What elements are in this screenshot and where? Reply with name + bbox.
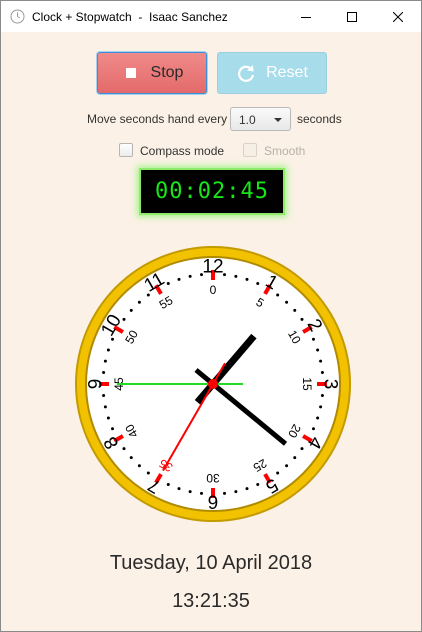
stop-button[interactable]: Stop: [97, 52, 207, 94]
minute-dot: [245, 277, 249, 281]
minute-dot: [316, 348, 320, 352]
minute-dot: [293, 308, 297, 312]
time-label: 13:21:35: [172, 590, 250, 612]
minute-dot: [177, 277, 181, 281]
minute-dot: [245, 487, 249, 491]
hour-numeral: 12: [202, 257, 223, 278]
close-button[interactable]: [375, 1, 421, 32]
stop-button-label: Stop: [150, 64, 184, 81]
smooth-checkbox[interactable]: [243, 143, 257, 157]
minimize-button[interactable]: [283, 1, 329, 32]
minute-dot: [285, 300, 289, 304]
close-icon: [393, 11, 403, 22]
clock-app-icon: [10, 9, 25, 24]
minute-dot: [300, 447, 304, 451]
seconds-unit-label: seconds: [297, 112, 342, 126]
app-window: Clock + Stopwatch - Isaac Sanchez Stop R…: [0, 0, 422, 632]
minute-dot: [200, 491, 204, 495]
minute-dot: [316, 416, 320, 420]
compass-mode-label[interactable]: Compass mode: [140, 144, 224, 158]
refresh-icon: [236, 63, 256, 83]
minute-dot: [166, 282, 170, 286]
minute-dot: [276, 293, 280, 297]
compass-mode-checkbox[interactable]: [119, 143, 133, 157]
minute-dot: [300, 317, 304, 321]
interval-select[interactable]: 1.0: [230, 107, 291, 131]
minute-dot: [319, 359, 323, 363]
stopwatch-numeral: 15: [300, 377, 314, 391]
minute-dot: [293, 456, 297, 460]
interval-value: 1.0: [239, 113, 256, 127]
minute-dot: [102, 371, 106, 375]
stop-icon: [121, 63, 141, 83]
minute-dot: [129, 456, 133, 460]
title-bar[interactable]: Clock + Stopwatch - Isaac Sanchez: [1, 1, 421, 32]
minute-dot: [276, 471, 280, 475]
minute-dot: [320, 393, 324, 397]
maximize-button[interactable]: [329, 1, 375, 32]
minute-dot: [188, 274, 192, 278]
minute-dot: [256, 482, 260, 486]
hour-numeral: 3: [320, 379, 341, 390]
maximize-icon: [347, 11, 357, 22]
date-label: Tuesday, 10 April 2018: [109, 552, 313, 574]
minimize-icon: [301, 16, 311, 18]
stopwatch-numeral: 0: [210, 283, 217, 297]
analog-clock: 1212345678910110510152025303540455055: [75, 246, 351, 522]
minute-dot: [102, 393, 106, 397]
minute-dot: [311, 337, 315, 341]
minute-dot: [320, 371, 324, 375]
minute-dot: [234, 274, 238, 278]
hour-numeral: 6: [208, 491, 219, 512]
chevron-down-icon: [274, 118, 282, 122]
minute-dot: [166, 482, 170, 486]
stopwatch-display: 00:02:45: [139, 168, 285, 215]
minute-dot: [106, 348, 110, 352]
minute-dot: [137, 464, 141, 468]
move-interval-label: Move seconds hand every: [87, 112, 228, 126]
minute-dot: [103, 359, 107, 363]
minute-dot: [256, 282, 260, 286]
center-cap: [208, 379, 218, 389]
stopwatch-numeral: 30: [206, 471, 220, 485]
minute-dot: [311, 427, 315, 431]
minute-dot: [222, 491, 226, 495]
minute-dot: [146, 471, 150, 475]
minute-dot: [319, 405, 323, 409]
minute-dot: [106, 416, 110, 420]
minute-dot: [129, 308, 133, 312]
minute-dot: [103, 405, 107, 409]
reset-button[interactable]: Reset: [217, 52, 327, 94]
reset-button-label: Reset: [266, 64, 308, 81]
minute-dot: [111, 427, 115, 431]
smooth-label: Smooth: [264, 144, 306, 158]
window-title: Clock + Stopwatch - Isaac Sanchez: [32, 10, 228, 24]
minute-dot: [137, 300, 141, 304]
minute-dot: [122, 447, 126, 451]
minute-dot: [177, 487, 181, 491]
minute-dot: [285, 464, 289, 468]
hour-numeral: 9: [86, 379, 107, 390]
minute-dot: [234, 490, 238, 494]
minute-dot: [188, 490, 192, 494]
